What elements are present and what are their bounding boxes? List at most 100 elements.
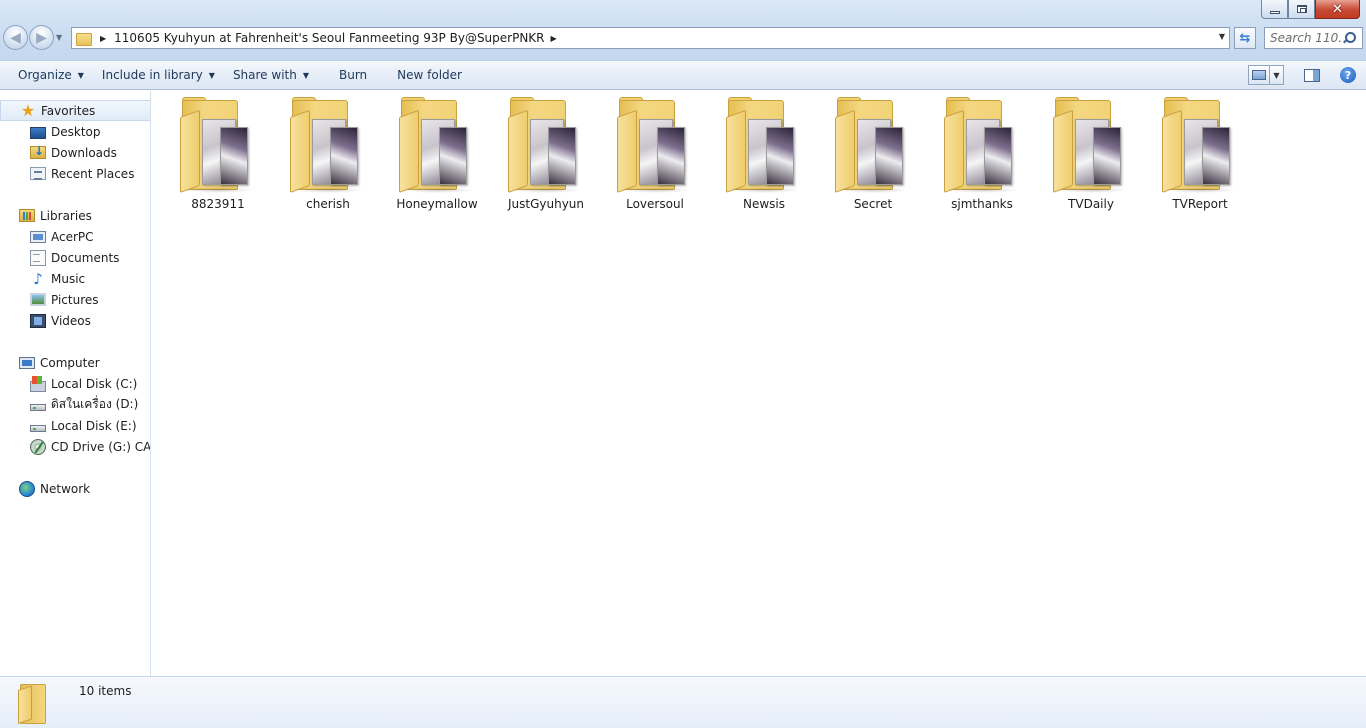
folder-name: Secret (853, 197, 893, 211)
breadcrumb-chevron-icon[interactable]: ▶ (551, 34, 557, 43)
sidebar-item-label: Local Disk (C:) (51, 376, 138, 391)
sidebar-item-desktop[interactable]: Desktop (0, 121, 150, 142)
change-view-button[interactable] (1248, 65, 1270, 85)
pictures-icon (30, 293, 46, 306)
sidebar-item-documents[interactable]: Documents (0, 247, 150, 268)
large-icons-view-icon (1252, 70, 1266, 80)
close-button[interactable]: ✕ (1315, 0, 1360, 19)
sidebar-item-label: Libraries (40, 208, 92, 223)
folder-thumbnail-icon (399, 97, 475, 193)
folder-item[interactable]: Honeymallow (387, 97, 487, 215)
refresh-icon: ⇆ (1239, 30, 1251, 46)
videos-icon (30, 313, 46, 328)
folder-thumbnail-icon (290, 97, 366, 193)
organize-button[interactable]: Organize ▼ (0, 68, 84, 82)
folder-name: Newsis (742, 197, 785, 211)
address-bar[interactable]: ▶ 110605 Kyuhyun at Fahrenheit's Seoul F… (71, 27, 1230, 49)
close-icon: ✕ (1332, 1, 1343, 17)
share-with-label: Share with (232, 68, 297, 82)
minimize-icon (1269, 10, 1280, 14)
search-box[interactable] (1264, 27, 1363, 49)
back-button[interactable]: ◀ (3, 25, 28, 50)
sidebar-item-pictures[interactable]: Pictures (0, 289, 150, 310)
breadcrumb-chevron-icon[interactable]: ▶ (100, 34, 106, 43)
sidebar-item-local-disk-c[interactable]: Local Disk (C:) (0, 373, 150, 394)
organize-label: Organize (18, 68, 72, 82)
sidebar-item-label: Computer (40, 355, 100, 370)
folder-thumbnail-icon (180, 97, 256, 193)
desktop-icon (30, 126, 46, 139)
folder-item[interactable]: Loversoul (605, 97, 705, 215)
sidebar-item-videos[interactable]: Videos (0, 310, 150, 331)
back-arrow-icon: ◀ (10, 29, 21, 46)
sidebar-item-disk-d[interactable]: ดิสในเครื่อง (D:) (0, 394, 150, 415)
details-pane: 10 items (0, 676, 1366, 728)
music-icon: ♪ (33, 269, 43, 288)
sidebar-item-computer[interactable]: Computer (0, 352, 150, 373)
item-count: 10 items (79, 684, 132, 698)
hard-disk-icon (30, 404, 46, 411)
sidebar-item-recent-places[interactable]: Recent Places (0, 163, 150, 184)
sidebar-item-downloads[interactable]: Downloads (0, 142, 150, 163)
folder-item[interactable]: JustGyuhyun (496, 97, 596, 215)
help-icon[interactable]: ? (1340, 67, 1356, 83)
sidebar-item-music[interactable]: ♪ Music (0, 268, 150, 289)
folder-name: TVReport (1172, 197, 1228, 211)
new-folder-label: New folder (397, 68, 462, 82)
refresh-button[interactable]: ⇆ (1234, 27, 1256, 49)
view-options-dropdown[interactable]: ▼ (1270, 65, 1284, 85)
search-icon[interactable] (1341, 31, 1356, 45)
new-folder-button[interactable]: New folder (367, 68, 462, 82)
minimize-button[interactable] (1261, 0, 1288, 19)
folder-name: sjmthanks (951, 197, 1013, 211)
sidebar-item-libraries[interactable]: Libraries (0, 205, 150, 226)
folder-item[interactable]: Secret (823, 97, 923, 215)
cd-drive-icon (30, 438, 46, 455)
forward-button[interactable]: ▶ (29, 25, 54, 50)
folder-thumbnail-icon (1162, 97, 1238, 193)
address-dropdown-icon[interactable]: ▼ (1219, 32, 1225, 41)
folder-item[interactable]: 8823911 (168, 97, 268, 215)
title-bar: ✕ ◀ ▶ ▼ ▶ 110605 Kyuhyun at Fahrenheit's… (0, 0, 1366, 60)
folder-item[interactable]: Newsis (714, 97, 814, 215)
sidebar-item-label: Favorites (41, 103, 96, 118)
network-icon (19, 480, 35, 497)
folder-name: Loversoul (626, 197, 684, 211)
sidebar-item-acerpc[interactable]: AcerPC (0, 226, 150, 247)
recent-places-icon (30, 167, 46, 180)
folder-icon (76, 31, 94, 46)
sidebar-item-label: Local Disk (E:) (51, 418, 137, 433)
sidebar-item-label: ดิสในเครื่อง (D:) (51, 397, 139, 411)
folder-icon (18, 682, 62, 726)
sidebar-item-network[interactable]: Network (0, 478, 150, 499)
burn-label: Burn (339, 68, 368, 82)
search-input[interactable] (1265, 31, 1341, 45)
system-disk-icon (30, 375, 46, 392)
sidebar-item-label: CD Drive (G:) CAT 6 (51, 439, 151, 454)
include-in-library-button[interactable]: Include in library ▼ (84, 68, 215, 82)
sidebar-item-favorites[interactable]: ★ Favorites (0, 100, 150, 121)
sidebar-item-cd-drive-g[interactable]: CD Drive (G:) CAT 6 (0, 436, 151, 457)
sidebar-item-local-disk-e[interactable]: Local Disk (E:) (0, 415, 150, 436)
file-list: 8823911 cherish Honeymallow JustGyuhyun … (152, 91, 1366, 676)
breadcrumb-current-folder[interactable]: 110605 Kyuhyun at Fahrenheit's Seoul Fan… (114, 31, 544, 45)
sidebar-item-label: Downloads (51, 145, 117, 160)
preview-pane-icon[interactable] (1304, 68, 1320, 82)
folder-thumbnail-icon (944, 97, 1020, 193)
restore-button[interactable] (1288, 0, 1315, 19)
folder-item[interactable]: cherish (278, 97, 378, 215)
computer-icon (19, 356, 35, 369)
documents-icon (30, 249, 46, 266)
libraries-icon (19, 209, 35, 222)
folder-item[interactable]: TVDaily (1041, 97, 1141, 215)
folder-item[interactable]: sjmthanks (932, 97, 1032, 215)
library-pc-icon (30, 230, 46, 243)
sidebar-item-label: Videos (51, 313, 91, 328)
folder-name: TVDaily (1068, 197, 1114, 211)
navigation-buttons: ◀ ▶ ▼ (3, 25, 66, 50)
share-with-button[interactable]: Share with ▼ (215, 68, 309, 82)
recent-pages-dropdown[interactable]: ▼ (56, 33, 66, 42)
folder-item[interactable]: TVReport (1150, 97, 1250, 215)
sidebar-item-label: Music (51, 271, 86, 286)
burn-button[interactable]: Burn (309, 68, 367, 82)
